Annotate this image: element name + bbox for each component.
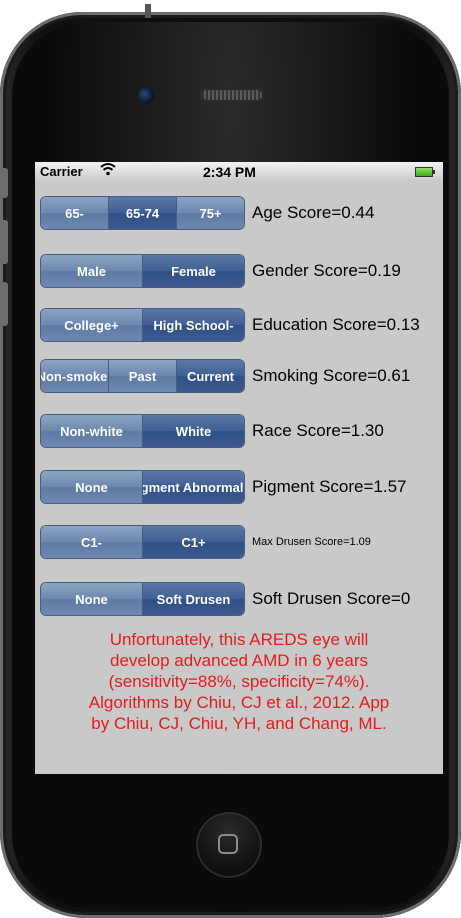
pigment-option[interactable]: None <box>41 471 142 503</box>
race-option[interactable]: White <box>142 415 244 447</box>
result-line-2: develop advanced AMD in 6 years <box>110 651 368 670</box>
home-button[interactable] <box>196 812 262 878</box>
max-drusen-segmented-control[interactable]: C1- C1+ <box>40 525 245 559</box>
speaker-grill <box>200 88 264 102</box>
carrier-label: Carrier <box>40 164 83 179</box>
max-drusen-option[interactable]: C1+ <box>142 526 244 558</box>
power-button <box>145 4 151 18</box>
smoking-segmented-control[interactable]: Non-smokerPastCurrent <box>40 359 245 393</box>
wifi-icon <box>100 162 116 179</box>
home-square-icon <box>218 834 238 854</box>
soft-drusen-segmented-control[interactable]: None Soft Drusen <box>40 582 245 616</box>
smoking-option[interactable]: Current <box>176 360 244 392</box>
education-score-label: Education Score=0.13 <box>252 315 420 334</box>
volume-down-button <box>0 282 8 326</box>
result-line-1: Unfortunately, this AREDS eye will <box>109 630 369 649</box>
max-drusen-option[interactable]: C1- <box>41 526 142 558</box>
app-screen: Carrier 2:34 PM 65- 65-74 75+ Age Score=0.4… <box>35 162 443 774</box>
soft-drusen-option[interactable]: None <box>41 583 142 615</box>
status-bar: Carrier 2:34 PM <box>35 162 443 182</box>
soft-drusen-score-label: Soft Drusen Score=0 <box>252 589 411 608</box>
race-score-label: Race Score=1.30 <box>252 421 384 440</box>
age-option[interactable]: 65-74 <box>108 197 176 229</box>
education-option[interactable]: High School- <box>142 309 244 341</box>
soft-drusen-option[interactable]: Soft Drusen <box>142 583 244 615</box>
age-score-label: Age Score=0.44 <box>252 203 375 222</box>
result-line-5: by Chiu, CJ, Chiu, YH, and Chang, ML. <box>91 714 387 733</box>
smoking-score-label: Smoking Score=0.61 <box>252 366 411 385</box>
pigment-score-label: Pigment Score=1.57 <box>252 477 407 496</box>
age-option[interactable]: 75+ <box>176 197 244 229</box>
gender-score-label: Gender Score=0.19 <box>252 261 401 280</box>
gender-segmented-control[interactable]: Male Female <box>40 254 245 288</box>
education-segmented-control[interactable]: College+ High School- <box>40 308 245 342</box>
volume-up-button <box>0 220 8 264</box>
battery-icon <box>415 167 435 177</box>
gender-option[interactable]: Male <box>41 255 142 287</box>
result-line-3: (sensitivity=88%, specificity=74%). <box>108 672 370 691</box>
result-message: Unfortunately, this AREDS eye will devel… <box>35 629 443 734</box>
age-option[interactable]: 65- <box>41 197 108 229</box>
result-line-4: Algorithms by Chiu, CJ et al., 2012. App <box>88 693 390 712</box>
gender-option[interactable]: Female <box>142 255 244 287</box>
pigment-option[interactable]: Pigment Abnormality <box>142 471 244 503</box>
smoking-option[interactable]: Non-smoker <box>41 360 108 392</box>
age-segmented-control[interactable]: 65- 65-74 75+ <box>40 196 245 230</box>
status-time: 2:34 PM <box>203 164 256 180</box>
mute-switch <box>0 168 8 198</box>
camera-icon <box>138 88 154 104</box>
max-drusen-score-label: Max Drusen Score=1.09 <box>252 536 371 548</box>
race-segmented-control[interactable]: Non-white White <box>40 414 245 448</box>
education-option[interactable]: College+ <box>41 309 142 341</box>
smoking-option[interactable]: Past <box>108 360 176 392</box>
race-option[interactable]: Non-white <box>41 415 142 447</box>
pigment-segmented-control[interactable]: NonePigment Abnormality <box>40 470 245 504</box>
